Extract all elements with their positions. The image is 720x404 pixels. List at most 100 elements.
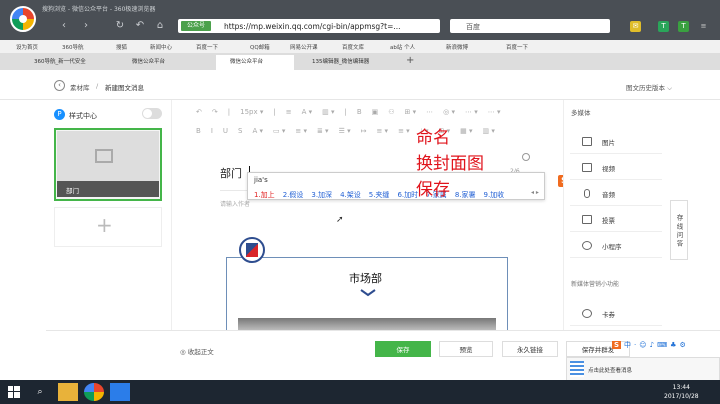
- toolbar-button[interactable]: ≡ ▾: [376, 127, 388, 137]
- toolbar-button[interactable]: ▣: [372, 108, 379, 118]
- window-title: 搜狗浏览 - 微信公众平台 - 360极速浏览器: [42, 6, 156, 13]
- toolbar-button[interactable]: S: [238, 127, 242, 137]
- media-audio-button[interactable]: 音频: [570, 182, 662, 206]
- media-vote-button[interactable]: 投票: [570, 208, 662, 232]
- toolbar-button[interactable]: 15px ▾: [240, 108, 263, 118]
- media-label: 卡券: [602, 311, 615, 319]
- bookmark-item[interactable]: 百度一下: [196, 43, 218, 51]
- bookmark-item[interactable]: 百度文库: [342, 43, 364, 51]
- ime-candidate[interactable]: 5.夹缝: [369, 190, 390, 200]
- back-button[interactable]: ‹: [58, 20, 70, 32]
- toolbar-button[interactable]: ▥ ▾: [483, 127, 495, 137]
- app-taskbar-icon[interactable]: [110, 383, 130, 401]
- tab-weixin-active[interactable]: 微信公众平台: [216, 55, 294, 70]
- title-input[interactable]: 部门: [220, 165, 242, 181]
- ime-candidate[interactable]: 2.假设: [283, 190, 304, 200]
- media-label: 音频: [602, 191, 615, 199]
- bookmark-item[interactable]: 百度一下: [506, 43, 528, 51]
- toolbar-button[interactable]: ⋯: [426, 108, 433, 118]
- toolbar-button[interactable]: B: [196, 127, 201, 137]
- toolbar-button[interactable]: ≡: [286, 108, 292, 118]
- toolbar-button[interactable]: ⋯ ▾: [465, 108, 478, 118]
- author-field[interactable]: 请输入作者: [220, 199, 250, 208]
- ime-candidate[interactable]: 9.加收: [484, 190, 505, 200]
- browser-logo-icon[interactable]: [10, 6, 36, 32]
- toolbar-button[interactable]: ⚇: [388, 108, 394, 118]
- toolbar-button[interactable]: ◎ ▾: [443, 108, 455, 118]
- history-versions-link[interactable]: 图文历史版本 ⌵: [626, 82, 672, 93]
- toolbar-button[interactable]: ▭ ▾: [273, 127, 285, 137]
- style-center-toggle[interactable]: [142, 108, 162, 119]
- windows-start-icon[interactable]: [8, 386, 20, 398]
- toolbar-button[interactable]: ≡ ▾: [398, 127, 410, 137]
- new-features-label: 新媒体营销小功能: [571, 281, 620, 288]
- forward-button[interactable]: ›: [80, 20, 92, 32]
- home-button[interactable]: ⌂: [154, 20, 166, 32]
- style-center-icon: P: [54, 109, 65, 120]
- emoji-icon: ☺: [639, 341, 647, 349]
- sogou-toolbar[interactable]: S 中 · ☺ ♪ ⌨ ♣ ⚙: [612, 338, 720, 352]
- bookmark-item[interactable]: QQ邮箱: [250, 43, 270, 51]
- toolbar-button[interactable]: ≣ ▾: [317, 127, 329, 137]
- url-text[interactable]: https://mp.weixin.qq.com/cgi-bin/appmsg?…: [224, 22, 401, 31]
- toolbar-button[interactable]: B: [357, 108, 362, 118]
- bookmark-item[interactable]: 网易公开课: [290, 43, 318, 51]
- bookmark-item[interactable]: 360导航: [62, 43, 84, 51]
- permalink-button[interactable]: 永久链接: [502, 341, 558, 357]
- toolbar-button[interactable]: ↶: [196, 108, 202, 118]
- tab-weixin-1[interactable]: 微信公众平台: [118, 55, 213, 70]
- browser-taskbar-icon[interactable]: [84, 383, 104, 401]
- toolbar-button[interactable]: ≡ ▾: [295, 127, 307, 137]
- undo-button[interactable]: ↶: [134, 20, 146, 32]
- collapse-body-button[interactable]: ◎ 收起正文: [180, 346, 214, 356]
- bookmark-item[interactable]: 新闻中心: [150, 43, 172, 51]
- tab-135[interactable]: 135编辑器_微信编辑器: [298, 55, 393, 70]
- toolbar-button[interactable]: |: [228, 108, 230, 118]
- audio-icon: [584, 189, 590, 198]
- bookmark-item[interactable]: 新浪微博: [446, 43, 468, 51]
- toolbar-button[interactable]: ☰ ▾: [339, 127, 351, 137]
- system-clock[interactable]: 13:44 2017/10/28: [664, 383, 699, 401]
- translate-icon[interactable]: T: [658, 21, 669, 32]
- ime-page-arrows[interactable]: ◂ ▸: [531, 189, 539, 196]
- preview-button[interactable]: 预览: [439, 341, 493, 357]
- search-taskbar-icon[interactable]: ⌕: [30, 383, 50, 401]
- back-arrow-icon[interactable]: ‹: [54, 80, 65, 91]
- extension-icon-2[interactable]: T: [678, 21, 689, 32]
- tab-360[interactable]: 360导航_新一代安全: [20, 55, 115, 70]
- toolbar-button[interactable]: ↦: [361, 127, 367, 137]
- ime-candidate[interactable]: 4.架设: [340, 190, 361, 200]
- toolbar-button[interactable]: A ▾: [252, 127, 263, 137]
- article-heading[interactable]: 市场部: [349, 270, 382, 286]
- ime-candidate[interactable]: 1.加上: [254, 190, 275, 200]
- search-placeholder: 百度: [466, 23, 480, 31]
- coupon-button[interactable]: 卡券: [570, 302, 662, 326]
- bookmark-item[interactable]: 搜狐: [116, 43, 127, 51]
- extension-icon[interactable]: ✉: [630, 21, 641, 32]
- save-button[interactable]: 保存: [375, 341, 431, 357]
- info-icon[interactable]: [522, 153, 530, 161]
- breadcrumb-home[interactable]: 素材库: [70, 82, 90, 92]
- media-video-button[interactable]: 视频: [570, 156, 662, 180]
- menu-icon[interactable]: ≡: [698, 21, 709, 32]
- file-explorer-icon[interactable]: [58, 383, 78, 401]
- toolbar-button[interactable]: I: [211, 127, 213, 137]
- bookmark-item[interactable]: 设为首页: [16, 43, 38, 51]
- toolbar-button[interactable]: ⊞ ▾: [405, 108, 417, 118]
- editor-toolbar-2: BIUSA ▾ ▭ ▾ ≡ ▾ ≣ ▾ ☰ ▾ ↦ ≡ ▾ ≡ ▾ ⤓ ▾ ⊞ ▾ ▦ ▾ ▥ ▾: [196, 127, 556, 137]
- new-tab-button[interactable]: +: [406, 55, 414, 66]
- toolbar-button[interactable]: ↷: [212, 108, 218, 118]
- ime-candidate[interactable]: 3.加深: [311, 190, 332, 200]
- bookmark-item[interactable]: ab站 个人: [390, 43, 415, 51]
- media-image-button[interactable]: 图片: [570, 130, 662, 154]
- toolbar-button[interactable]: |: [273, 108, 275, 118]
- reload-button[interactable]: ↻: [114, 20, 126, 32]
- media-miniprogram-button[interactable]: 小程序: [570, 234, 662, 258]
- online-qa-tab[interactable]: 存 线 问 答: [670, 200, 688, 260]
- toolbar-button[interactable]: A ▾: [302, 108, 313, 118]
- toolbar-button[interactable]: ⋯ ▾: [488, 108, 501, 118]
- toolbar-button[interactable]: ▥ ▾: [322, 108, 334, 118]
- toolbar-button[interactable]: |: [344, 108, 346, 118]
- breadcrumb-sep: /: [96, 82, 99, 90]
- toolbar-button[interactable]: U: [223, 127, 228, 137]
